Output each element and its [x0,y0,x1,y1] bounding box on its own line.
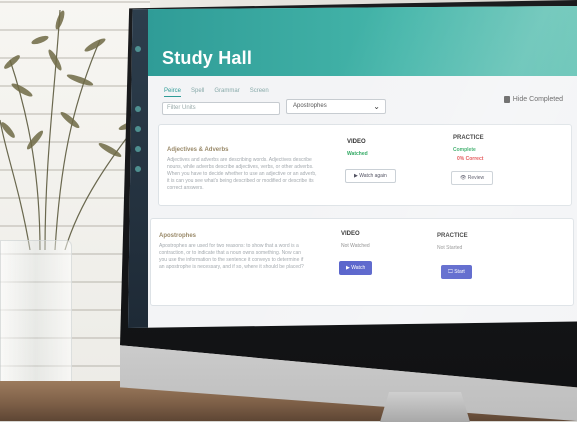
start-label: Start [454,269,465,275]
lesson-card: Adjectives & Adverbs Adjectives and adve… [158,124,572,206]
tab-screen[interactable]: Screen [250,86,269,97]
rail-icon[interactable] [135,46,141,52]
watch-again-button[interactable]: ▶ Watch again [345,169,396,183]
watch-button[interactable]: ▶ Watch [339,261,373,275]
page-title: Study Hall [162,48,253,68]
review-button[interactable]: 👁 Review [451,171,494,185]
unit-select-value: Apostrophes [293,103,327,109]
practice-heading: PRACTICE [437,233,468,239]
lesson-description: Apostrophes are used for two reasons: to… [159,243,304,270]
filter-placeholder: Filter Units [167,105,196,111]
lesson-title: Adjectives & Adverbs [167,147,229,153]
rail-icon[interactable] [135,166,141,172]
practice-heading: PRACTICE [453,135,484,141]
practice-status: Not Started [437,245,463,251]
monitor-stand [380,392,470,422]
watch-label: Watch [351,265,366,271]
glass-vase [0,240,72,392]
hide-completed-label: Hide Completed [512,96,563,103]
monitor: Study Hall Peirce Spell Grammar Screen F… [120,0,577,422]
lesson-title: Apostrophes [159,233,197,239]
lesson-card: Apostrophes Apostrophes are used for two… [150,218,574,306]
chevron-down-icon: ⌄ [373,102,380,111]
review-label: Review [467,175,485,181]
practice-status: Complete [453,147,476,153]
tab-bar: Peirce Spell Grammar Screen [164,86,269,97]
rail-icon[interactable] [135,146,141,152]
practice-score: 0% Correct [457,156,484,162]
app-header: Study Hall [148,6,577,76]
screen: Study Hall Peirce Spell Grammar Screen F… [128,6,577,328]
unit-select[interactable]: Apostrophes ⌄ [286,99,386,114]
tab-grammar[interactable]: Grammar [214,86,239,97]
tab-peirce[interactable]: Peirce [164,86,182,97]
rail-icon[interactable] [135,106,141,112]
hide-completed-toggle[interactable]: Hide Completed [503,96,563,103]
trash-icon [503,96,510,103]
video-heading: VIDEO [347,139,366,145]
video-status: Not Watched [341,243,370,249]
video-status: Watched [347,151,368,157]
filter-input[interactable]: Filter Units [162,102,280,115]
rail-icon[interactable] [135,126,141,132]
tab-spell[interactable]: Spell [191,86,204,97]
watch-again-label: Watch again [359,173,387,179]
lesson-description: Adjectives and adverbs are describing wo… [167,157,317,191]
video-heading: VIDEO [341,231,360,237]
start-button[interactable]: 🖵 Start [441,265,472,279]
